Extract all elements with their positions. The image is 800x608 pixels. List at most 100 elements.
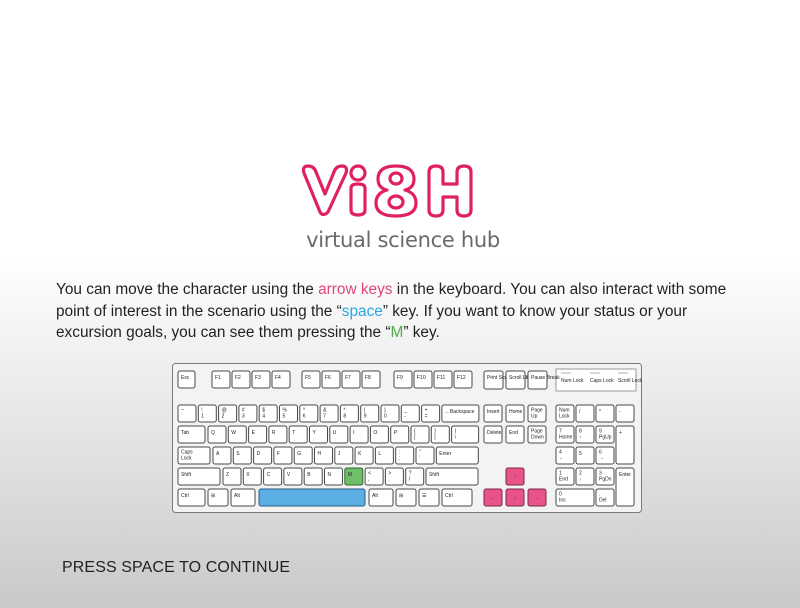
key-nummul: * — [595, 404, 615, 423]
key-home: Home — [505, 404, 525, 423]
key-n0: ) 0 — [380, 404, 400, 423]
key-f1: F1 — [211, 370, 231, 389]
key-r-label: R — [272, 430, 276, 436]
key-lbrace: {[ — [410, 425, 430, 444]
key-rctrl: Ctrl — [441, 488, 473, 507]
press-space-prompt[interactable]: PRESS SPACE TO CONTINUE — [62, 559, 290, 577]
key-menu: ☰ — [418, 488, 440, 507]
key-f5-label: F5 — [305, 375, 311, 381]
key-rwin-label: ⊞ — [399, 493, 403, 499]
key-f9: F9 — [393, 370, 413, 389]
key-rctrl-label: Ctrl — [445, 493, 453, 499]
key-caps: Caps Lock — [177, 446, 211, 465]
key-insert: Insert — [483, 404, 503, 423]
key-b: B — [303, 467, 323, 486]
key-n4: $4 — [258, 404, 278, 423]
scroll-lock-ind-label: Scroll Lock — [618, 378, 642, 384]
key-i: I — [349, 425, 369, 444]
key-f3: F3 — [251, 370, 271, 389]
key-lwin-label: ⊞ — [211, 493, 215, 499]
key-quote: " ' — [415, 446, 435, 465]
key-rshift-label: Shift — [429, 472, 440, 478]
key-nummul-label: * — [599, 409, 601, 415]
key-n3-label: #3 — [242, 408, 245, 420]
key-n1: ! 1 — [197, 404, 217, 423]
scroll-lock-ind-light — [618, 372, 628, 374]
key-insert-label: Insert — [487, 409, 500, 415]
key-f: F — [273, 446, 293, 465]
key-end: End — [505, 425, 525, 444]
caps-lock-ind-light — [590, 372, 600, 374]
key-h: H — [314, 446, 333, 465]
key-v: V — [283, 467, 303, 486]
m-key-highlight: M — [390, 324, 404, 341]
key-enter-label: Enter — [439, 451, 451, 457]
key-n-label: N — [328, 472, 332, 478]
key-num8: 8 ↑ — [575, 425, 595, 444]
key-down-label: ↓ — [514, 496, 517, 502]
key-s: S — [232, 446, 252, 465]
key-up-label: ↑ — [514, 475, 517, 481]
key-numlock: Num Lock — [555, 404, 575, 423]
key-m: M — [344, 467, 364, 486]
key-numdiv: / — [575, 404, 595, 423]
key-left-label: ← — [491, 496, 496, 502]
key-f7-label: F7 — [345, 375, 351, 381]
key-num0: 0 Ins — [555, 488, 595, 507]
key-z: Z — [222, 467, 242, 486]
key-pgdn: Page Down — [527, 425, 547, 444]
key-o-label: O — [373, 430, 377, 436]
key-g: G — [293, 446, 313, 465]
key-f4: F4 — [271, 370, 291, 389]
key-n6: ^ 6 — [299, 404, 319, 423]
key-w-label: W — [231, 430, 236, 436]
key-lctrl: Ctrl — [177, 488, 206, 507]
key-colon-label: :; — [399, 450, 400, 462]
instructions-part4: ” key. — [403, 324, 440, 341]
key-numenter: Enter — [615, 467, 635, 507]
key-l: L — [374, 446, 394, 465]
key-d-label: D — [257, 451, 261, 457]
key-f1-label: F1 — [215, 375, 221, 381]
key-enter: Enter — [435, 446, 479, 465]
key-esc: Esc — [177, 370, 196, 389]
key-f11-label: F11 — [437, 375, 445, 381]
key-pgdn-label: Page Down — [531, 429, 544, 441]
key-num4: 4 ← — [555, 446, 575, 465]
key-i-label: I — [353, 430, 354, 436]
keyboard-diagram: Num Lock Caps Lock Scroll Lock Esc F1 F2 F3 F4 F… — [172, 363, 642, 513]
key-delete: Delete — [483, 425, 503, 444]
key-a: A — [212, 446, 232, 465]
key-g-label: G — [297, 451, 301, 457]
key-f10-label: F10 — [417, 375, 426, 381]
key-c: C — [263, 467, 283, 486]
key-plus-label: + = — [425, 408, 428, 420]
key-num1: 1 End — [555, 467, 575, 486]
key-n2: @2 — [218, 404, 238, 423]
key-w: W — [227, 425, 247, 444]
key-c-label: C — [267, 472, 271, 478]
key-tab-label: Tab — [181, 430, 189, 436]
key-numsub: - — [615, 404, 635, 423]
key-u: U — [329, 425, 349, 444]
key-lalt: Alt — [230, 488, 256, 507]
key-m-label: M — [348, 472, 352, 478]
key-t-label: T — [292, 430, 295, 436]
key-menu-label: ☰ — [422, 493, 427, 499]
key-pause-label: Pause Break — [531, 375, 560, 381]
key-num3: 3 PgDn — [595, 467, 615, 486]
key-slash: ? / — [405, 467, 425, 486]
key-o: O — [369, 425, 389, 444]
key-d: D — [253, 446, 273, 465]
key-f2: F2 — [231, 370, 251, 389]
key-numadd-label: + — [619, 430, 622, 436]
key-numlock-label: Num Lock — [559, 408, 570, 420]
key-n7: & 7 — [319, 404, 339, 423]
key-f12: F12 — [453, 370, 473, 389]
key-e: E — [248, 425, 268, 444]
key-k: K — [354, 446, 374, 465]
key-down: ↓ — [505, 488, 525, 507]
key-lshift: Shift — [177, 467, 221, 486]
key-num6: 6 → — [595, 446, 615, 465]
key-space — [258, 488, 366, 507]
